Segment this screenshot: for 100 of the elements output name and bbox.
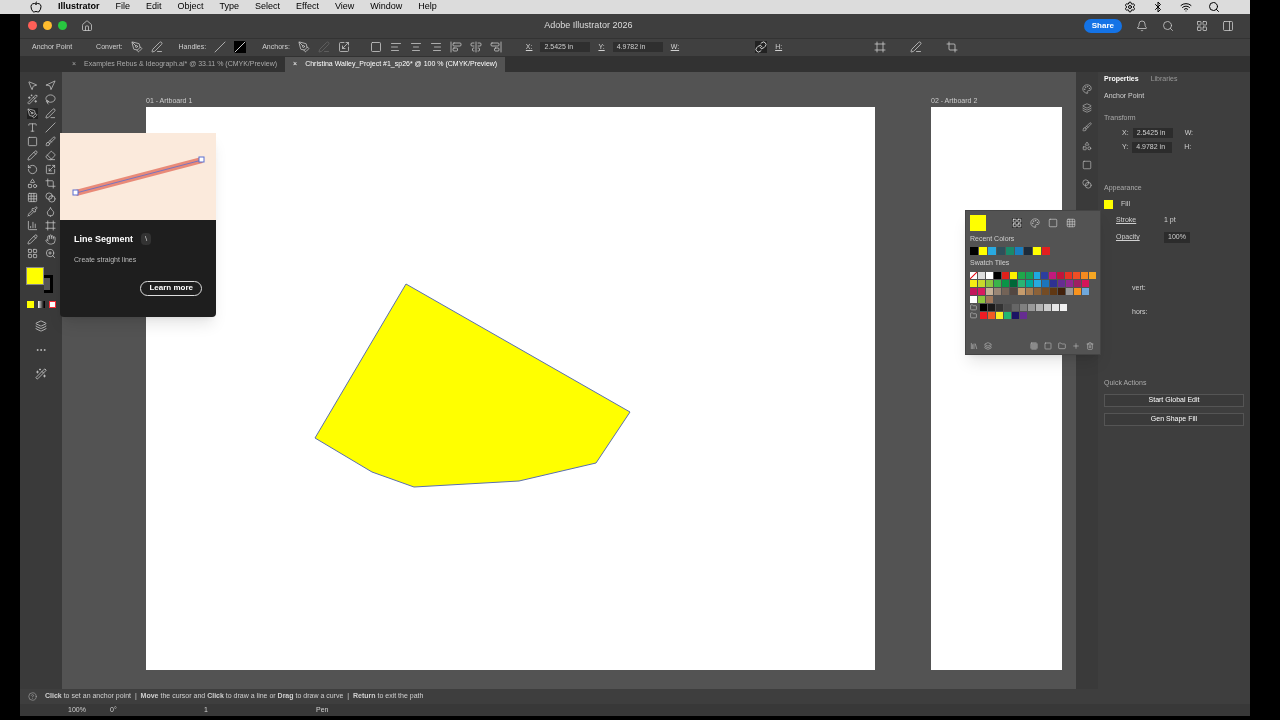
color-icon[interactable] [1030, 217, 1040, 228]
swatch[interactable] [996, 311, 1003, 319]
pen-icon[interactable] [297, 41, 310, 53]
swatch[interactable] [1026, 279, 1033, 287]
pointer-icon[interactable] [26, 79, 38, 91]
none-swatch[interactable] [970, 271, 977, 279]
apple-icon[interactable] [30, 0, 42, 13]
align-middle-icon[interactable] [469, 41, 482, 53]
rotate-icon[interactable] [26, 163, 38, 175]
none-swatch[interactable] [48, 300, 56, 308]
swatch[interactable] [1074, 279, 1081, 287]
swatch[interactable] [1009, 271, 1017, 279]
bell-icon[interactable] [1136, 19, 1148, 32]
swatch[interactable] [988, 311, 995, 319]
droplet-icon[interactable] [44, 205, 56, 217]
type-icon[interactable] [26, 121, 38, 133]
swatch[interactable] [1060, 303, 1067, 311]
align-center-icon[interactable] [409, 41, 422, 53]
align-to-icon[interactable] [369, 41, 382, 53]
wand-icon[interactable] [26, 93, 38, 105]
swatch[interactable] [1058, 279, 1065, 287]
swatch[interactable] [1036, 303, 1043, 311]
folder-icon[interactable] [970, 311, 977, 319]
swatch[interactable] [1017, 271, 1025, 279]
swatch[interactable] [1006, 247, 1014, 255]
home-icon[interactable] [81, 19, 93, 32]
swatch[interactable] [1049, 271, 1057, 279]
swatch[interactable] [970, 279, 977, 287]
app-menu[interactable]: Illustrator [58, 0, 100, 14]
swatch[interactable] [1018, 279, 1025, 287]
line-icon[interactable] [44, 121, 56, 133]
gradient-icon[interactable] [1048, 217, 1058, 228]
grid-icon[interactable] [26, 191, 38, 203]
arrow-icon[interactable] [44, 79, 56, 91]
align-left-icon[interactable] [389, 41, 402, 53]
swatch[interactable] [1026, 287, 1033, 295]
swatch[interactable] [1028, 303, 1035, 311]
color-group-icon[interactable] [1030, 341, 1038, 350]
swatch-icon[interactable] [1044, 341, 1052, 350]
swatch[interactable] [978, 295, 985, 303]
swatch[interactable] [1015, 247, 1023, 255]
swatch[interactable] [1042, 279, 1049, 287]
folder-icon[interactable] [1058, 341, 1066, 350]
trash-icon[interactable] [1086, 341, 1094, 350]
swatch[interactable] [1020, 303, 1027, 311]
eraser-icon[interactable] [44, 149, 56, 161]
swatch[interactable] [970, 287, 977, 295]
swatch[interactable] [1066, 287, 1073, 295]
zoom-button[interactable] [58, 21, 67, 30]
swatch[interactable] [988, 303, 995, 311]
swatch[interactable] [1081, 271, 1089, 279]
swatch[interactable] [1002, 279, 1009, 287]
brush-icon[interactable] [44, 135, 56, 147]
swatch[interactable] [1042, 287, 1049, 295]
swatch[interactable] [970, 295, 977, 303]
menu-item[interactable]: File [115, 0, 131, 14]
swatch[interactable] [986, 279, 993, 287]
swatch[interactable] [1012, 311, 1019, 319]
swatch[interactable] [1082, 279, 1089, 287]
stroke-swatch[interactable] [44, 274, 53, 293]
artboard-icon[interactable] [26, 247, 38, 259]
swatch[interactable] [1066, 279, 1073, 287]
swatch[interactable] [986, 287, 993, 295]
swatch[interactable] [1050, 279, 1057, 287]
swatch[interactable] [994, 287, 1001, 295]
swatch[interactable] [1033, 271, 1041, 279]
pattern-icon[interactable] [1066, 217, 1076, 228]
swatch[interactable] [986, 295, 993, 303]
rectangle-icon[interactable] [26, 135, 38, 147]
menu-item[interactable]: Object [177, 0, 204, 14]
swatch[interactable] [1058, 287, 1065, 295]
swatch[interactable] [1018, 287, 1025, 295]
swatch[interactable] [979, 247, 987, 255]
menu-item[interactable]: Window [370, 0, 403, 14]
transform-icon[interactable] [874, 41, 887, 53]
menu-item[interactable]: Effect [296, 0, 319, 14]
pencil-icon[interactable] [26, 149, 38, 161]
swatch[interactable] [993, 271, 1001, 279]
screen-mode-icon[interactable] [35, 319, 47, 332]
edit-icon[interactable] [910, 41, 923, 53]
fill-swatch[interactable] [26, 300, 34, 308]
corner-icon[interactable] [130, 41, 143, 53]
swatch[interactable] [1042, 247, 1050, 255]
swatch[interactable] [1073, 271, 1081, 279]
swatch[interactable] [1034, 279, 1041, 287]
handle-icon[interactable] [214, 41, 227, 53]
bluetooth-icon[interactable] [1152, 0, 1164, 13]
help-icon[interactable] [28, 692, 37, 701]
align-right-icon[interactable] [429, 41, 442, 53]
swatch[interactable] [1057, 271, 1065, 279]
swatch-options-icon[interactable] [984, 341, 992, 350]
menu-item[interactable]: View [334, 0, 355, 14]
menu-item[interactable]: Type [219, 0, 240, 14]
align-top-icon[interactable] [449, 41, 462, 53]
align-bottom-icon[interactable] [489, 41, 502, 53]
menu-item[interactable]: Select [255, 0, 281, 14]
swatch[interactable] [985, 271, 993, 279]
swatch[interactable] [970, 247, 978, 255]
gear-icon[interactable] [1124, 0, 1136, 13]
swatch[interactable] [1025, 271, 1033, 279]
